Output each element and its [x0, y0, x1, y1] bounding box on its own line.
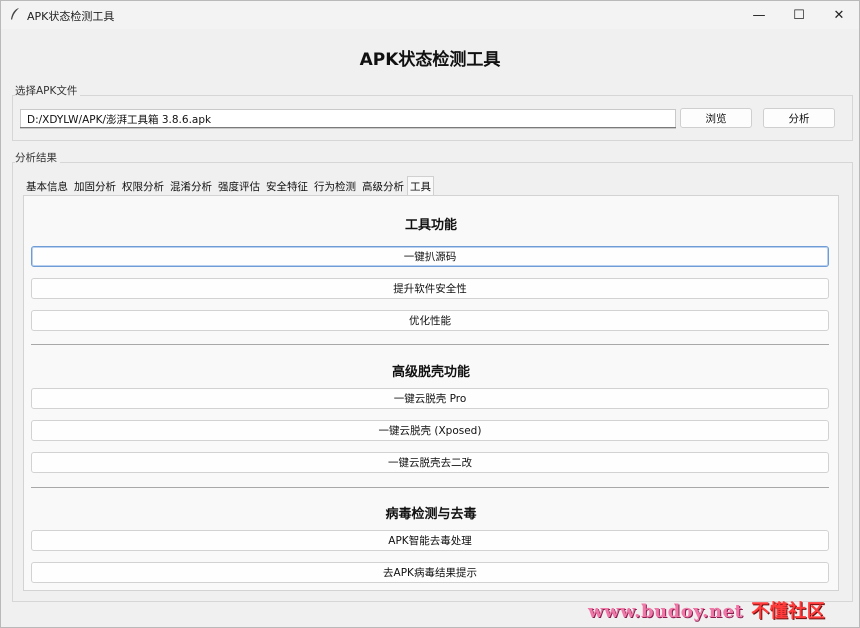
feather-icon — [11, 8, 19, 20]
app-window: APK状态检测工具 — ☐ ✕ APK状态检测工具 选择APK文件 浏览 分析 … — [0, 0, 860, 628]
smart-disinfect-button[interactable]: APK智能去毒处理 — [31, 530, 829, 551]
section-divider — [31, 344, 829, 345]
apk-path-input[interactable] — [20, 109, 676, 129]
browse-button[interactable]: 浏览 — [680, 108, 752, 128]
analyze-button[interactable]: 分析 — [763, 108, 835, 128]
virus-result-hint-button[interactable]: 去APK病毒结果提示 — [31, 562, 829, 583]
maximize-icon: ☐ — [793, 7, 805, 23]
maximize-button[interactable]: ☐ — [779, 1, 819, 29]
cloud-unpack-remove-mod-button[interactable]: 一键云脱壳去二改 — [31, 452, 829, 473]
watermark-url: www.budoy.net — [588, 601, 744, 622]
watermark: www.budoy.net 不懂社区 — [588, 597, 825, 623]
section-divider — [31, 487, 829, 488]
section-title-unpack: 高级脱壳功能 — [391, 365, 470, 380]
result-tabs: 基本信息 加固分析 权限分析 混淆分析 强度评估 安全特征 行为检测 高级分析 … — [23, 176, 434, 195]
input-focus-underline — [20, 127, 676, 128]
results-group-label: 分析结果 — [15, 150, 60, 165]
window-title: APK状态检测工具 — [27, 10, 115, 23]
tab-tools[interactable]: 工具 — [407, 176, 434, 195]
page-title: APK状态检测工具 — [359, 50, 501, 70]
section-title-virus: 病毒检测与去毒 — [385, 507, 477, 522]
tab-strength[interactable]: 强度评估 — [215, 177, 263, 195]
cloud-unpack-xposed-button[interactable]: 一键云脱壳 (Xposed) — [31, 420, 829, 441]
improve-security-button[interactable]: 提升软件安全性 — [31, 278, 829, 299]
optimize-performance-button[interactable]: 优化性能 — [31, 310, 829, 331]
tab-permissions[interactable]: 权限分析 — [119, 177, 167, 195]
watermark-name: 不懂社区 — [751, 601, 826, 622]
section-title-tools: 工具功能 — [404, 218, 457, 233]
file-group-label: 选择APK文件 — [15, 83, 81, 98]
minimize-icon: — — [752, 7, 766, 23]
tab-basic-info[interactable]: 基本信息 — [23, 177, 71, 195]
close-icon: ✕ — [833, 7, 845, 23]
tab-behavior[interactable]: 行为检测 — [311, 177, 359, 195]
extract-source-button[interactable]: 一键扒源码 — [31, 246, 829, 267]
cloud-unpack-pro-button[interactable]: 一键云脱壳 Pro — [31, 388, 829, 409]
tab-security[interactable]: 安全特征 — [263, 177, 311, 195]
close-button[interactable]: ✕ — [819, 1, 859, 29]
title-bar[interactable]: APK状态检测工具 — ☐ ✕ — [1, 1, 859, 29]
tab-obfuscation[interactable]: 混淆分析 — [167, 177, 215, 195]
tab-advanced[interactable]: 高级分析 — [359, 177, 407, 195]
tab-hardening[interactable]: 加固分析 — [71, 177, 119, 195]
minimize-button[interactable]: — — [739, 1, 779, 29]
